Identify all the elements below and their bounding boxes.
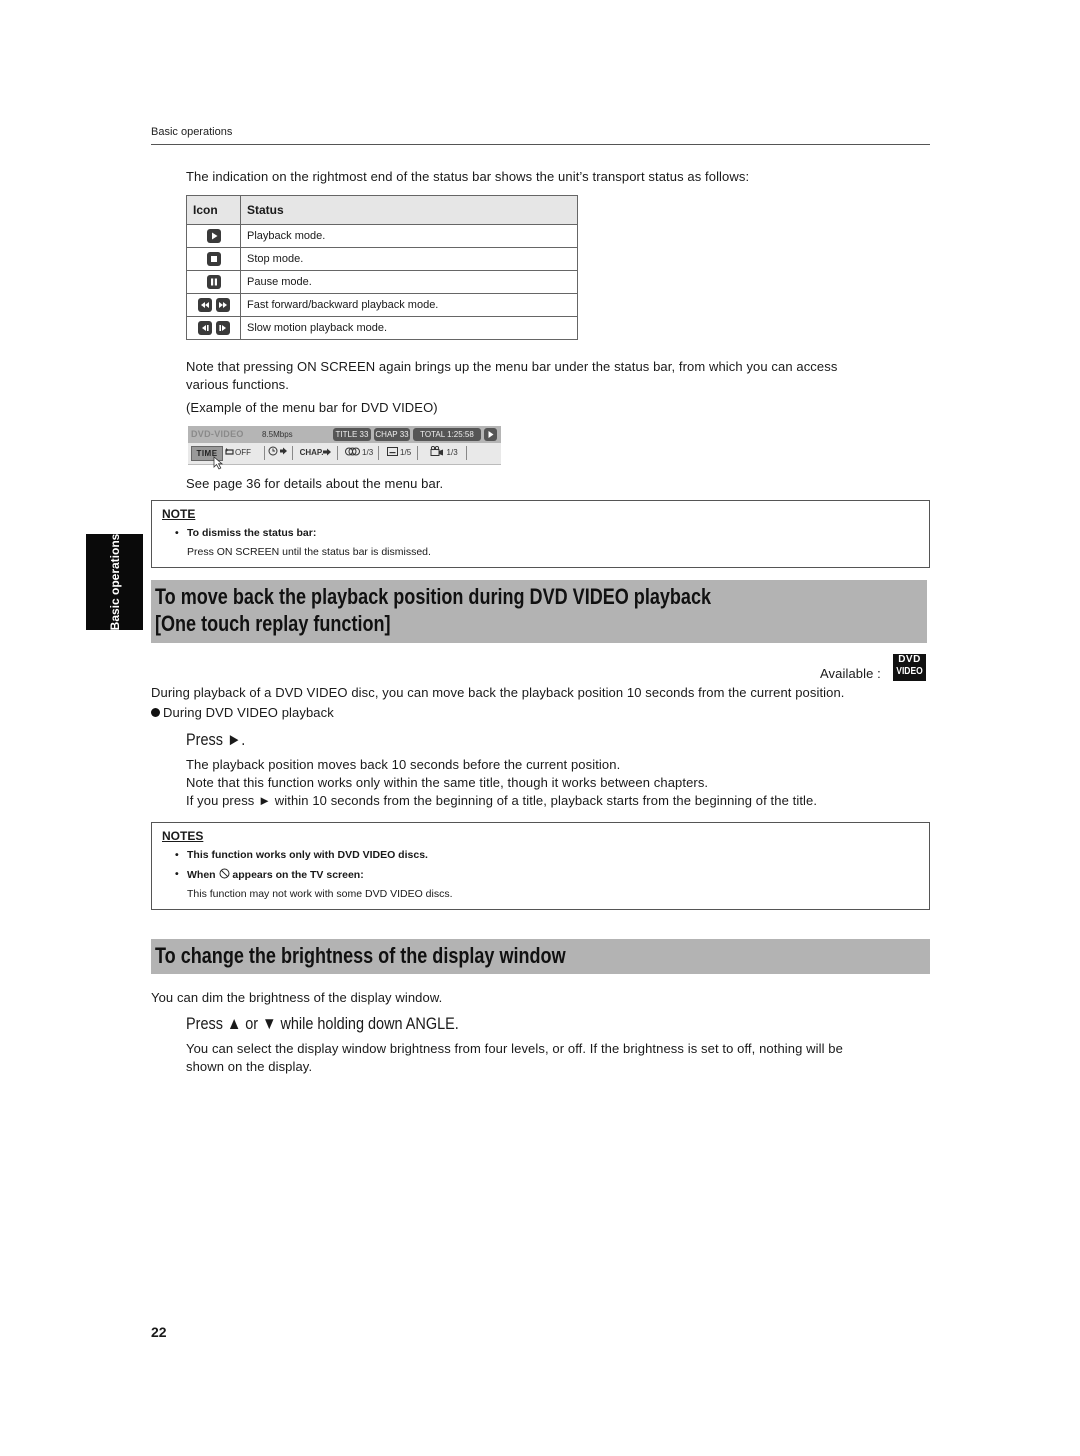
audio-icon: [344, 447, 360, 456]
status-cell: Pause mode.: [240, 270, 578, 294]
status-cell: Fast forward/backward playback mode.: [240, 293, 578, 317]
audio-menu-button[interactable]: 1/3: [340, 446, 379, 460]
header-divider: [151, 144, 930, 145]
note-box: NOTE To dismiss the status bar: Press ON…: [151, 500, 930, 568]
status-cell: Playback mode.: [240, 224, 578, 248]
condition-line: During DVD VIDEO playback: [151, 705, 334, 720]
angle-menu-button[interactable]: 1/3: [422, 445, 467, 460]
notes-bullet: When appears on the TV screen:: [175, 868, 364, 881]
menu-note-line1: Note that pressing ON SCREEN again bring…: [186, 359, 838, 374]
note-text: Press ON SCREEN until the status bar is …: [187, 546, 431, 558]
side-tab-label: Basic operations: [107, 533, 122, 631]
repeat-icon: [225, 448, 234, 455]
badge-top: DVD: [898, 654, 921, 665]
slow-forward-icon: [215, 321, 230, 335]
clock-arrow-icon: [268, 446, 287, 456]
bullet-circle-icon: [151, 708, 160, 717]
subtitle-icon: [386, 447, 398, 456]
side-tab: Basic operations: [86, 534, 143, 630]
repeat-value: OFF: [235, 448, 251, 457]
menu-note-line2: various functions.: [186, 377, 289, 392]
play-icon: [206, 229, 221, 243]
subtitle-menu-button[interactable]: 1/5: [381, 446, 418, 460]
table-row: Stop mode.: [186, 247, 578, 271]
dvd-video-badge: DVD VIDEO: [893, 654, 926, 681]
notes-title: NOTES: [162, 829, 204, 843]
condition-text: During DVD VIDEO playback: [163, 705, 334, 720]
status-table: Icon Status Playback mode. Stop mode. Pa…: [186, 195, 578, 340]
badge-bottom: VIDEO: [896, 666, 923, 677]
section-heading-line1: To move back the playback position durin…: [155, 584, 712, 609]
column-header-status: Status: [240, 195, 578, 225]
play-icon: [484, 428, 497, 441]
fast-backward-icon: [197, 298, 212, 312]
column-header-icon: Icon: [186, 195, 241, 225]
section-heading-line2: [One touch replay function]: [155, 611, 391, 636]
camera-angle-icon: [430, 445, 444, 456]
available-label: Available :: [820, 666, 881, 681]
menu-example-caption: (Example of the menu bar for DVD VIDEO): [186, 400, 438, 415]
cursor-icon: [213, 456, 224, 470]
table-row: Playback mode.: [186, 224, 578, 248]
disc-type-label: DVD-VIDEO: [191, 429, 244, 439]
status-bar: DVD-VIDEO 8.5Mbps TITLE 33 CHAP 33 TOTAL…: [188, 426, 501, 443]
notes-text: This function may not work with some DVD…: [187, 888, 453, 900]
slow-backward-icon: [197, 321, 212, 335]
chapter-indicator: CHAP 33: [374, 428, 410, 441]
angle-value: 1/3: [446, 448, 458, 457]
detail-line: The playback position moves back 10 seco…: [186, 757, 621, 772]
menu-bar: TIME OFF CHAP. 1/3 1/5 1/3: [188, 443, 501, 465]
intro-text: The indication on the rightmost end of t…: [186, 169, 750, 184]
notes-box: NOTES This function works only with DVD …: [151, 822, 930, 910]
audio-value: 1/3: [362, 448, 374, 457]
note-title: NOTE: [162, 507, 196, 521]
menu-bar-example: DVD-VIDEO 8.5Mbps TITLE 33 CHAP 33 TOTAL…: [188, 426, 501, 470]
section2-description: You can dim the brightness of the displa…: [151, 990, 443, 1005]
page-number: 22: [151, 1324, 167, 1340]
detail-line: Note that this function works only withi…: [186, 775, 709, 790]
notes-bullet-post: appears on the TV screen:: [232, 869, 364, 881]
section-heading-band: To move back the playback position durin…: [151, 580, 927, 643]
arrow-right-icon: [323, 448, 332, 456]
table-row: Fast forward/backward playback mode.: [186, 293, 578, 317]
title-indicator: TITLE 33: [333, 428, 371, 441]
bitrate-label: 8.5Mbps: [262, 430, 293, 439]
notes-bullet: This function works only with DVD VIDEO …: [175, 849, 428, 861]
time-search-button[interactable]: [266, 446, 293, 460]
section2-heading: To change the brightness of the display …: [155, 943, 566, 968]
chap-label: CHAP.: [299, 448, 324, 457]
stop-icon: [206, 252, 221, 266]
section-heading-band: To change the brightness of the display …: [151, 939, 930, 974]
breadcrumb: Basic operations: [151, 126, 233, 138]
section1-description: During playback of a DVD VIDEO disc, you…: [151, 685, 845, 700]
pause-icon: [206, 275, 221, 289]
table-row: Pause mode.: [186, 270, 578, 294]
prohibited-icon: [219, 868, 229, 879]
total-time-indicator: TOTAL 1:25:58: [413, 428, 481, 441]
table-row: Slow motion playback mode.: [186, 316, 578, 340]
subtitle-value: 1/5: [400, 448, 412, 457]
repeat-menu-button[interactable]: OFF: [224, 446, 265, 460]
step-press-angle: Press ▲ or ▼ while holding down ANGLE.: [186, 1014, 459, 1033]
note-bullet: To dismiss the status bar:: [175, 527, 316, 539]
step-press-play: Press ►.: [186, 730, 246, 749]
table-header-row: Icon Status: [186, 195, 578, 225]
section2-detail-line2: shown on the display.: [186, 1059, 313, 1074]
see-page-text: See page 36 for details about the menu b…: [186, 476, 444, 491]
status-cell: Slow motion playback mode.: [240, 316, 578, 340]
notes-bullet-pre: When: [187, 869, 216, 881]
detail-line: If you press ► within 10 seconds from th…: [186, 793, 818, 808]
section2-detail-line1: You can select the display window bright…: [186, 1041, 843, 1056]
fast-forward-icon: [215, 298, 230, 312]
status-cell: Stop mode.: [240, 247, 578, 271]
chapter-search-button[interactable]: CHAP.: [295, 446, 338, 460]
